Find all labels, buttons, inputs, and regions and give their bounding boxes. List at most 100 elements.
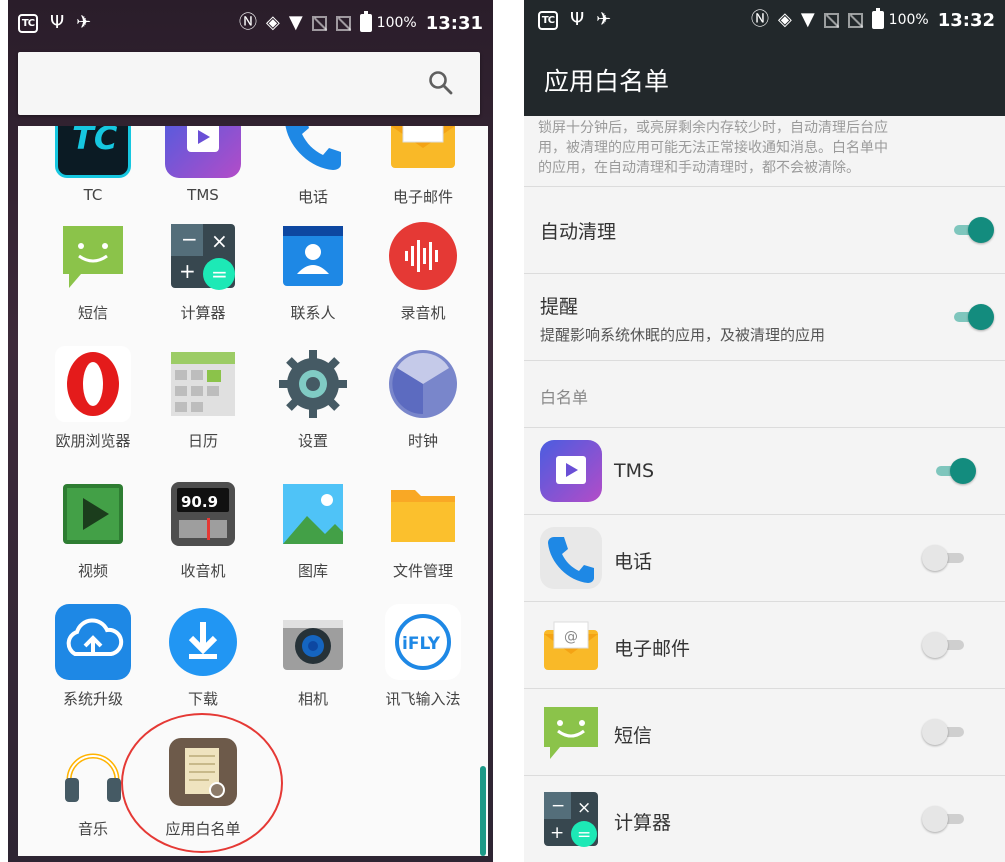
whitelist-toggle-sms[interactable] [922, 719, 968, 745]
email-icon: @ [540, 614, 602, 676]
contacts-icon [275, 218, 351, 294]
svg-text:=: = [211, 262, 228, 286]
app-settings[interactable]: 设置 [258, 346, 368, 451]
app-drawer[interactable]: TC TC TMS 电话 电子邮件 短信 − × + = 计算器 联系人 录音机… [18, 126, 488, 856]
whitelist-item-label: 电子邮件 [614, 638, 691, 660]
remind-sublabel: 提醒影响系统休眠的应用，及被清理的应用 [540, 326, 826, 344]
recorder-icon [385, 218, 461, 294]
app-radio[interactable]: 90.9 收音机 [148, 476, 258, 581]
app-calendar[interactable]: 日历 [148, 346, 258, 451]
app-bar: 应用白名单 [524, 40, 1005, 116]
app-whitelist[interactable]: 应用白名单 [148, 734, 258, 839]
app-clock[interactable]: 时钟 [368, 346, 478, 451]
app-label: 电子邮件 [392, 188, 453, 206]
nfc-icon: Ⓝ [238, 12, 257, 33]
app-label: 短信 [77, 304, 108, 322]
app-ifly[interactable]: iFLY 讯飞输入法 [368, 604, 478, 709]
app-label: 下载 [187, 690, 218, 708]
usb-icon: Ψ [50, 12, 65, 33]
svg-text:=: = [577, 825, 591, 845]
app-music[interactable]: 音乐 [38, 734, 148, 839]
whitelist-item-calculator[interactable]: − × + = 计算器 [524, 776, 1005, 862]
app-gallery[interactable]: 图库 [258, 476, 368, 581]
tms-icon [540, 440, 602, 502]
debug-icon: ✈ [596, 9, 612, 30]
app-label: 欧朋浏览器 [55, 432, 131, 450]
app-sms[interactable]: 短信 [38, 218, 148, 323]
search-icon[interactable] [428, 70, 454, 96]
whitelist-toggle-calculator[interactable] [922, 806, 968, 832]
search-bar[interactable] [18, 52, 480, 115]
svg-text:×: × [577, 798, 591, 818]
tc-notification-icon: TC [538, 10, 558, 30]
app-label: 视频 [77, 562, 108, 580]
app-phone[interactable]: 电话 [258, 126, 368, 207]
app-label: 日历 [187, 432, 218, 450]
app-label: 录音机 [400, 304, 446, 322]
app-label: 应用白名单 [165, 820, 241, 838]
settings-icon [275, 346, 351, 422]
clock-time: 13:31 [425, 12, 483, 34]
status-bar: TC Ψ ✈ Ⓝ ◈ ▼ 100% 13:32 [524, 0, 1005, 40]
whitelist-item-email[interactable]: @ 电子邮件 [524, 602, 1005, 688]
ifly-badge-text: iFLY [402, 634, 441, 654]
app-system-update[interactable]: 系统升级 [38, 604, 148, 709]
app-tc[interactable]: TC TC [38, 126, 148, 204]
whitelist-item-sms[interactable]: 短信 [524, 689, 1005, 775]
app-calculator[interactable]: − × + = 计算器 [148, 218, 258, 323]
whitelist-item-phone[interactable]: 电话 [524, 515, 1005, 601]
video-icon [55, 476, 131, 552]
remind-toggle[interactable] [948, 304, 994, 330]
app-files[interactable]: 文件管理 [368, 476, 478, 581]
status-bar: TC Ψ ✈ Ⓝ ◈ ▼ 100% 13:31 [8, 0, 493, 46]
whitelist-settings-screen: TC Ψ ✈ Ⓝ ◈ ▼ 100% 13:32 应用白名单 锁屏十分钟后，或亮屏… [524, 0, 1005, 862]
whitelist-item-tms[interactable]: TMS [524, 428, 1005, 514]
auto-clean-toggle[interactable] [948, 217, 994, 243]
tms-icon [165, 126, 241, 178]
ifly-icon: iFLY [385, 604, 461, 680]
app-video[interactable]: 视频 [38, 476, 148, 581]
svg-text:−: − [181, 227, 198, 251]
app-contacts[interactable]: 联系人 [258, 218, 368, 323]
svg-text:×: × [211, 229, 228, 253]
battery-percent: 100% [376, 15, 417, 31]
svg-text:@: @ [564, 629, 578, 645]
opera-icon [55, 346, 131, 422]
whitelist-description: 锁屏十分钟后，或亮屏剩余内存较少时，自动清理后台应 用，被清理的应用可能无法正常… [538, 120, 888, 176]
whitelist-toggle-phone[interactable] [922, 545, 968, 571]
remind-label: 提醒 [540, 296, 579, 318]
app-tms[interactable]: TMS [148, 126, 258, 204]
app-label: 相机 [297, 690, 328, 708]
tc-icon: TC [55, 126, 131, 178]
calculator-icon: − × + = [540, 788, 602, 850]
svg-text:+: + [550, 823, 564, 843]
whitelist-item-label: 短信 [614, 725, 653, 747]
tc-notification-icon: TC [18, 13, 38, 33]
clock-icon [385, 346, 461, 422]
app-recorder[interactable]: 录音机 [368, 218, 478, 323]
auto-clean-label: 自动清理 [540, 221, 617, 243]
app-label: 计算器 [180, 304, 226, 322]
app-email[interactable]: 电子邮件 [368, 126, 478, 207]
battery-icon [871, 8, 884, 29]
vibrate-icon: ◈ [777, 9, 792, 30]
phone-icon [275, 126, 351, 178]
radio-frequency: 90.9 [181, 493, 218, 511]
usb-icon: Ψ [570, 9, 585, 30]
remind-row[interactable]: 提醒 提醒影响系统休眠的应用，及被清理的应用 [524, 274, 1005, 360]
whitelist-icon [165, 734, 241, 810]
debug-icon: ✈ [76, 12, 92, 33]
no-signal-icon [311, 15, 327, 31]
app-camera[interactable]: 相机 [258, 604, 368, 709]
no-signal-icon [823, 12, 839, 28]
launcher-screen: TC Ψ ✈ Ⓝ ◈ ▼ 100% 13:31 TC TC TMS 电话 电子邮… [8, 0, 493, 862]
whitelist-toggle-email[interactable] [922, 632, 968, 658]
auto-clean-row[interactable]: 自动清理 [524, 187, 1005, 273]
app-opera[interactable]: 欧朋浏览器 [38, 346, 148, 451]
files-icon [385, 476, 461, 552]
app-label: 联系人 [290, 304, 336, 322]
drawer-scrollbar[interactable] [480, 766, 486, 856]
app-download[interactable]: 下载 [148, 604, 258, 709]
wifi-icon: ▼ [288, 12, 303, 33]
whitelist-toggle-tms[interactable] [930, 458, 976, 484]
